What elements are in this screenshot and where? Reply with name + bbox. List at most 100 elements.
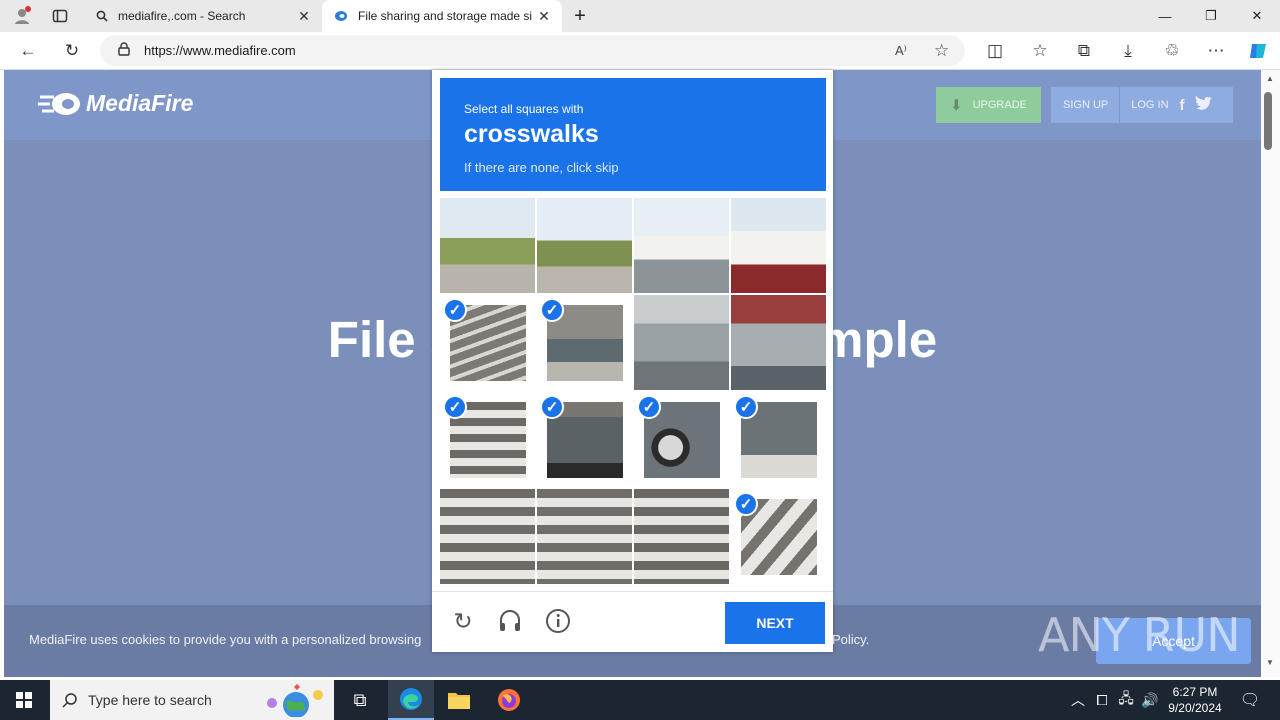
file-explorer-icon[interactable]: [436, 680, 482, 720]
checkmark-icon: ✓: [540, 395, 564, 419]
lock-icon: [118, 42, 130, 59]
tab-mediafire[interactable]: File sharing and storage made si ✕: [322, 0, 562, 32]
back-button[interactable]: ←: [13, 37, 43, 65]
captcha-tile-image: [440, 489, 535, 584]
extensions-icon[interactable]: ♲: [1157, 37, 1187, 65]
captcha-tile[interactable]: ✓: [731, 489, 826, 584]
cookie-policy-link[interactable]: Policy.: [832, 632, 869, 647]
captcha-tile[interactable]: ✓: [440, 392, 535, 487]
clock-time: 6:27 PM: [1172, 685, 1218, 699]
captcha-instruction: Select all squares with: [464, 102, 584, 116]
edge-taskbar-icon[interactable]: [388, 680, 434, 720]
checkmark-icon: ✓: [443, 395, 467, 419]
audio-challenge-icon[interactable]: [495, 606, 525, 636]
captcha-tile[interactable]: ✓: [440, 295, 535, 390]
captcha-header: Select all squares with crosswalks If th…: [440, 78, 826, 191]
anyrun-watermark: ANY RUN: [1038, 608, 1241, 662]
captcha-tile[interactable]: ✓: [731, 392, 826, 487]
favorites-icon[interactable]: ☆: [1025, 37, 1055, 65]
page-scrollbar[interactable]: ▲ ▼: [1261, 70, 1280, 677]
upgrade-icon: ⬇: [950, 97, 963, 114]
captcha-tile-image: [731, 198, 826, 293]
close-window-button[interactable]: ✕: [1234, 0, 1280, 32]
captcha-tile-image: [634, 198, 729, 293]
upgrade-label: UPGRADE: [972, 99, 1027, 111]
captcha-tile-image: [634, 295, 729, 390]
captcha-tile-image: [537, 198, 632, 293]
checkmark-icon: ✓: [734, 395, 758, 419]
captcha-tile[interactable]: ✓: [537, 392, 632, 487]
scroll-down-arrow[interactable]: ▼: [1266, 658, 1274, 667]
taskbar-search-box[interactable]: Type here to search: [50, 680, 334, 720]
captcha-footer: ↻ NEXT: [432, 591, 833, 652]
info-icon[interactable]: [543, 606, 573, 636]
captcha-tile[interactable]: [440, 198, 535, 293]
facebook-icon[interactable]: f: [1180, 97, 1185, 114]
close-tab-icon[interactable]: ✕: [536, 8, 552, 25]
next-button[interactable]: NEXT: [725, 602, 825, 644]
reload-icon[interactable]: ↻: [448, 606, 478, 636]
more-menu-icon[interactable]: ⋯: [1201, 37, 1231, 65]
checkmark-icon: ✓: [540, 298, 564, 322]
captcha-tile-image: [634, 489, 729, 584]
address-field[interactable]: https://www.mediafire.com A⁾ ☆: [100, 35, 965, 66]
volume-icon[interactable]: 🔊: [1136, 680, 1164, 720]
restore-button[interactable]: ❐: [1188, 0, 1234, 32]
favorite-star-icon[interactable]: ☆: [934, 41, 949, 61]
search-highlight-icon: [260, 683, 326, 720]
captcha-tile-image: [440, 198, 535, 293]
captcha-tile[interactable]: [634, 295, 729, 390]
captcha-tile[interactable]: [537, 489, 632, 584]
scrollbar-thumb[interactable]: [1264, 92, 1272, 150]
captcha-tile[interactable]: [440, 489, 535, 584]
new-tab-button[interactable]: +: [562, 0, 598, 32]
tab-title: File sharing and storage made si: [358, 9, 533, 23]
task-view-icon[interactable]: ⧉: [337, 680, 383, 720]
search-icon: [96, 10, 108, 22]
captcha-tile[interactable]: [731, 198, 826, 293]
signup-link[interactable]: SIGN UP: [1063, 99, 1108, 111]
refresh-button[interactable]: ↻: [57, 37, 87, 65]
captcha-tile[interactable]: [731, 295, 826, 390]
logo-text: MediaFire: [86, 90, 194, 116]
scroll-up-arrow[interactable]: ▲: [1266, 74, 1274, 83]
captcha-tile[interactable]: [634, 489, 729, 584]
close-tab-icon[interactable]: ✕: [296, 8, 312, 25]
read-aloud-icon[interactable]: A⁾: [895, 43, 907, 59]
captcha-tile-image: [537, 489, 632, 584]
search-icon: [62, 693, 77, 708]
download-icon[interactable]: ⤓: [1113, 37, 1143, 65]
checkmark-icon: ✓: [637, 395, 661, 419]
copilot-icon[interactable]: [1243, 37, 1273, 65]
checkmark-icon: ✓: [443, 298, 467, 322]
mediafire-favicon-icon: [335, 11, 347, 21]
captcha-tile[interactable]: [537, 198, 632, 293]
firefox-icon[interactable]: [486, 680, 532, 720]
tab-search[interactable]: mediafire,.com - Search ✕: [86, 0, 322, 32]
login-link[interactable]: LOG IN: [1131, 99, 1168, 111]
captcha-dialog: Select all squares with crosswalks If th…: [432, 70, 833, 652]
next-label: NEXT: [756, 615, 794, 631]
checkmark-icon: ✓: [734, 492, 758, 516]
collections-icon[interactable]: ⧉: [1069, 37, 1099, 65]
cookie-text: MediaFire uses cookies to provide you wi…: [29, 632, 422, 647]
clock-date: 9/20/2024: [1168, 701, 1222, 715]
mediafire-logo[interactable]: MediaFire: [38, 90, 193, 117]
taskbar-search-placeholder: Type here to search: [88, 692, 212, 708]
mediafire-logo-icon: [38, 92, 80, 115]
upgrade-button[interactable]: ⬇ UPGRADE: [936, 87, 1041, 123]
tab-actions-icon[interactable]: [38, 0, 82, 32]
captcha-tile-image: [731, 295, 826, 390]
url-text: https://www.mediafire.com: [144, 43, 296, 58]
taskbar-clock[interactable]: 6:27 PM 9/20/2024: [1164, 684, 1226, 716]
captcha-target: crosswalks: [464, 120, 599, 148]
split-screen-icon[interactable]: ◫: [980, 37, 1010, 65]
start-button[interactable]: [0, 680, 48, 720]
minimize-button[interactable]: —: [1142, 0, 1188, 32]
twitter-icon[interactable]: [1195, 96, 1213, 114]
captcha-tile[interactable]: ✓: [537, 295, 632, 390]
notifications-icon[interactable]: 🗨: [1230, 680, 1270, 720]
captcha-tile[interactable]: ✓: [634, 392, 729, 487]
windows-taskbar: Type here to search ⧉ ︿ ⧠ 🖧 🔊 6:27 PM 9/…: [0, 680, 1280, 720]
captcha-tile[interactable]: [634, 198, 729, 293]
